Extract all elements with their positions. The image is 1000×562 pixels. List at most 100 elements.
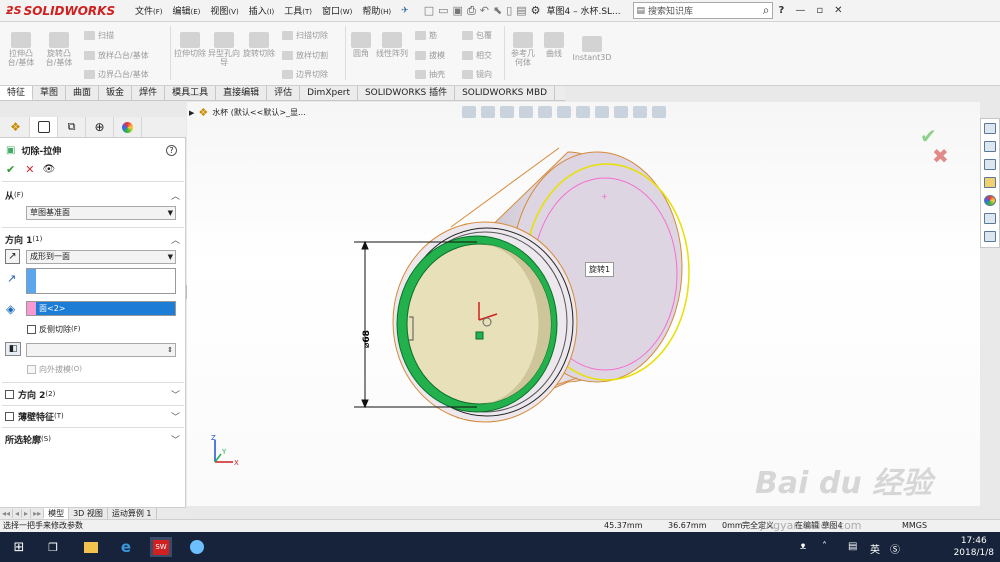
minimize-button[interactable]: — — [795, 5, 805, 16]
lofted-cut-button[interactable]: 放样切割 — [282, 50, 328, 61]
status-units[interactable]: MMGS — [902, 520, 927, 532]
rib-button[interactable]: 筋 — [415, 30, 437, 41]
tab-motion-study[interactable]: 运动算例 1 — [108, 508, 157, 519]
menu-view[interactable]: 视图(V) — [205, 4, 243, 17]
people-icon[interactable]: ᴥ — [800, 541, 806, 552]
edge-button[interactable]: e — [115, 537, 137, 557]
help-circle-icon[interactable]: ? — [166, 144, 177, 156]
nav-first-icon[interactable]: ◂◂ — [0, 509, 14, 518]
tab-mbd[interactable]: SOLIDWORKS MBD — [455, 86, 556, 100]
sweep-button[interactable]: 扫描 — [84, 30, 114, 41]
from-section-header[interactable]: 从 (F) ︿ — [0, 189, 186, 202]
expand-chevron-icon[interactable]: ﹀ — [171, 410, 180, 423]
direction1-header[interactable]: 方向 1 (1) ︿ — [0, 233, 186, 246]
shell-button[interactable]: 抽壳 — [415, 69, 445, 80]
collapse-chevron-icon[interactable]: ︿ — [171, 233, 180, 246]
accept-check-icon[interactable]: ✔ — [6, 163, 15, 176]
intersect-button[interactable]: 相交 — [462, 50, 492, 61]
expand-chevron-icon[interactable]: ﹀ — [171, 433, 180, 446]
close-button[interactable]: ✕ — [834, 5, 842, 16]
hole-wizard-button[interactable]: 异型孔向导 — [208, 32, 240, 67]
tab-addins[interactable]: SOLIDWORKS 插件 — [358, 86, 456, 100]
cup-model-svg[interactable]: ⌀68 + Z X Y — [187, 102, 980, 506]
menu-file[interactable]: 文件(F) — [130, 4, 168, 17]
sogou-icon[interactable]: Ⓢ — [890, 541, 900, 556]
menu-window[interactable]: 窗口(W) — [317, 4, 357, 17]
new-doc-icon[interactable]: □ — [424, 4, 434, 17]
help-question-icon[interactable]: ? — [779, 5, 785, 16]
end-condition-select[interactable]: 成形到一面 ▼ — [26, 250, 176, 264]
rebuild-icon[interactable]: ▯ — [506, 4, 512, 17]
loft-boss-button[interactable]: 放样凸台/基体 — [84, 50, 149, 61]
file-explorer-icon[interactable] — [981, 156, 999, 173]
print-icon[interactable]: ⎙ — [467, 4, 476, 18]
menu-edit[interactable]: 编辑(E) — [168, 4, 206, 17]
revolved-cut-button[interactable]: 旋转切除 — [243, 32, 275, 58]
extruded-cut-button[interactable]: 拉伸切除 — [174, 32, 206, 58]
tray-expand-icon[interactable]: ˄ — [822, 541, 827, 552]
thin-feature-checkbox[interactable] — [5, 411, 14, 421]
open-doc-icon[interactable]: ▭ — [438, 4, 448, 17]
knowledge-search-input[interactable]: ▤ 搜索知识库 ⌕ — [632, 2, 773, 19]
tab-sketch[interactable]: 草图 — [33, 86, 67, 100]
task-view-button[interactable]: ❐ — [42, 537, 64, 557]
search-icon[interactable]: ⌕ — [763, 3, 772, 18]
thin-feature-header[interactable]: 薄壁特征 (T) ﹀ — [0, 409, 186, 423]
boundary-boss-button[interactable]: 边界凸台/基体 — [84, 69, 149, 80]
face-item[interactable]: 面<2> — [36, 302, 175, 315]
tab-surfaces[interactable]: 曲面 — [66, 86, 100, 100]
custom-properties-icon[interactable] — [981, 210, 999, 227]
dimxpert-manager-tab[interactable]: ⊕ — [86, 117, 114, 137]
configuration-manager-tab[interactable]: ⧉ — [58, 117, 86, 137]
design-library-icon[interactable] — [981, 138, 999, 155]
file-props-icon[interactable]: ▤ — [516, 4, 526, 17]
view-palette-icon[interactable] — [981, 174, 999, 191]
selected-contours-header[interactable]: 所选轮廓 (S) ﹀ — [0, 432, 186, 446]
wrap-button[interactable]: 包覆 — [462, 30, 492, 41]
reverse-direction-button[interactable]: ↗ — [5, 249, 20, 264]
network-icon[interactable]: ▤ — [848, 541, 857, 552]
undo-icon[interactable]: ↶ — [480, 4, 489, 17]
collapse-chevron-icon[interactable]: ︿ — [171, 189, 180, 202]
menu-tools[interactable]: 工具(T) — [279, 4, 317, 17]
start-button[interactable]: ⊞ — [8, 537, 30, 557]
display-manager-tab[interactable] — [114, 117, 142, 137]
tab-dimxpert[interactable]: DimXpert — [300, 86, 358, 100]
fillet-button[interactable]: 圆角 — [349, 32, 373, 58]
feature-manager-tab[interactable]: ❖ — [2, 117, 30, 137]
tab-weldments[interactable]: 焊件 — [132, 86, 166, 100]
draft-toggle-button[interactable]: ◧ — [5, 342, 21, 356]
face-selection-field[interactable]: 面<2> — [26, 301, 176, 316]
ime-indicator[interactable]: 英 — [870, 541, 880, 556]
forum-icon[interactable] — [981, 228, 999, 245]
reference-geometry-button[interactable]: 参考几何体 — [508, 32, 538, 67]
nav-prev-icon[interactable]: ◂ — [13, 509, 23, 518]
tab-evaluate[interactable]: 评估 — [267, 86, 301, 100]
menu-help[interactable]: 帮助(H) — [357, 4, 396, 17]
graphics-area[interactable]: ▶ ❖ 水杯 (默认<<默认>_显... ✔ ✖ ⌀68 + Z X Y 旋转1 — [187, 102, 980, 506]
select-icon[interactable]: ⬉ — [493, 4, 502, 17]
menu-insert[interactable]: 插入(I) — [244, 4, 280, 17]
resources-home-icon[interactable] — [981, 120, 999, 137]
curves-button[interactable]: 曲线 — [542, 32, 566, 58]
swept-cut-button[interactable]: 扫描切除 — [282, 30, 328, 41]
solidworks-taskbar-button[interactable]: SW — [150, 537, 172, 557]
tab-features[interactable]: 特征 — [0, 86, 34, 100]
expand-chevron-icon[interactable]: ﹀ — [171, 388, 180, 401]
property-manager-tab[interactable] — [30, 117, 58, 137]
revolved-boss-button[interactable]: 旋转凸台/基体 — [42, 32, 76, 67]
tab-direct-editing[interactable]: 直接编辑 — [216, 86, 268, 100]
tab-3d-views[interactable]: 3D 视图 — [69, 508, 108, 519]
app-taskbar-button[interactable] — [186, 537, 208, 557]
start-condition-select[interactable]: 草图基准面 ▼ — [26, 206, 176, 220]
cancel-x-icon[interactable]: ✕ — [25, 163, 34, 176]
draft-button[interactable]: 拔模 — [415, 50, 445, 61]
boundary-cut-button[interactable]: 边界切除 — [282, 69, 328, 80]
draft-outward-checkbox[interactable] — [27, 364, 36, 374]
appearances-icon[interactable] — [981, 192, 999, 209]
tab-mold-tools[interactable]: 模具工具 — [165, 86, 217, 100]
pin-icon[interactable]: ✈ — [396, 6, 414, 16]
direction-vector-field[interactable] — [26, 268, 176, 294]
draft-angle-spinner[interactable]: ⇕ — [26, 343, 176, 357]
direction2-checkbox[interactable] — [5, 389, 14, 399]
